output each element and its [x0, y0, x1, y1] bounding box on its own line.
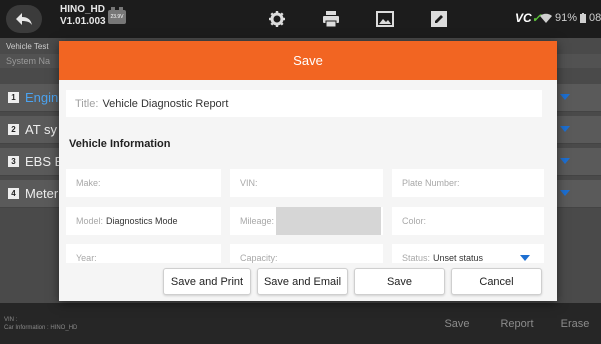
clock: 08:20: [589, 12, 601, 24]
system-status: 91% 08:20: [540, 12, 601, 24]
row-number: 1: [8, 92, 19, 103]
dialog-actions: Save and Print Save and Email Save Cance…: [59, 263, 557, 301]
back-arrow-icon: [16, 13, 32, 25]
model-field[interactable]: Model: Diagnostics Mode: [66, 207, 221, 235]
system-name: Engin: [25, 90, 59, 105]
vin-label: VIN :: [4, 317, 18, 323]
title-value: Vehicle Diagnostic Report: [102, 97, 229, 110]
expand-caret-icon[interactable]: [560, 126, 570, 132]
app-version: V1.01.003: [60, 16, 106, 27]
expand-caret-icon[interactable]: [560, 94, 570, 100]
wifi-icon: [540, 13, 552, 23]
app-info: HINO_HD V1.01.003: [60, 4, 106, 28]
row-number: 4: [8, 188, 19, 199]
save-and-email-button[interactable]: Save and Email: [257, 268, 348, 295]
vin-field[interactable]: VIN:: [230, 169, 383, 197]
app-name: HINO_HD: [60, 4, 106, 15]
bottom-toolbar: VIN : Car Information : HINO_HD Save Rep…: [0, 303, 601, 344]
report-title-field[interactable]: Title: Vehicle Diagnostic Report: [66, 90, 542, 117]
cancel-button[interactable]: Cancel: [451, 268, 542, 295]
back-button[interactable]: [6, 5, 42, 33]
color-field[interactable]: Color:: [392, 207, 544, 235]
battery-percent: 91%: [555, 12, 578, 24]
car-info: Car Information : HINO_HD: [4, 325, 78, 331]
image-icon[interactable]: [376, 10, 394, 28]
dialog-title: Save: [59, 41, 557, 80]
settings-gear-icon[interactable]: [268, 10, 286, 28]
row-number: 2: [8, 124, 19, 135]
vehicle-info-heading: Vehicle Information: [69, 138, 171, 150]
make-field[interactable]: Make:: [66, 169, 221, 197]
save-and-print-button[interactable]: Save and Print: [163, 268, 251, 295]
expand-caret-icon[interactable]: [560, 158, 570, 164]
battery-chip-icon: 23.9V: [108, 4, 126, 26]
report-button[interactable]: Report: [492, 311, 542, 337]
system-name: Meter: [25, 186, 59, 201]
row-number: 3: [8, 156, 19, 167]
mileage-input[interactable]: [276, 207, 381, 235]
erase-button[interactable]: Erase: [552, 311, 598, 337]
edit-icon[interactable]: [430, 10, 448, 28]
battery-icon: [580, 13, 587, 23]
mileage-field[interactable]: Mileage:: [230, 207, 383, 235]
top-status-bar: HINO_HD V1.01.003 23.9V VC✓ 91% 08: [0, 0, 601, 38]
plate-number-field[interactable]: Plate Number:: [392, 169, 544, 197]
title-label: Title:: [75, 97, 99, 110]
bottom-save-button[interactable]: Save: [433, 311, 481, 337]
dropdown-caret-icon[interactable]: [520, 255, 530, 261]
save-button[interactable]: Save: [354, 268, 445, 295]
vci-status: VC✓: [515, 11, 542, 25]
save-dialog: Save Title: Vehicle Diagnostic Report Ve…: [59, 41, 557, 301]
system-name: EBS E: [25, 154, 64, 169]
system-name: AT sy: [25, 122, 58, 137]
print-icon[interactable]: [322, 10, 340, 28]
battery-voltage: 23.9V: [108, 10, 126, 24]
expand-caret-icon[interactable]: [560, 190, 570, 196]
vehicle-info: VIN : Car Information : HINO_HD: [4, 316, 77, 332]
